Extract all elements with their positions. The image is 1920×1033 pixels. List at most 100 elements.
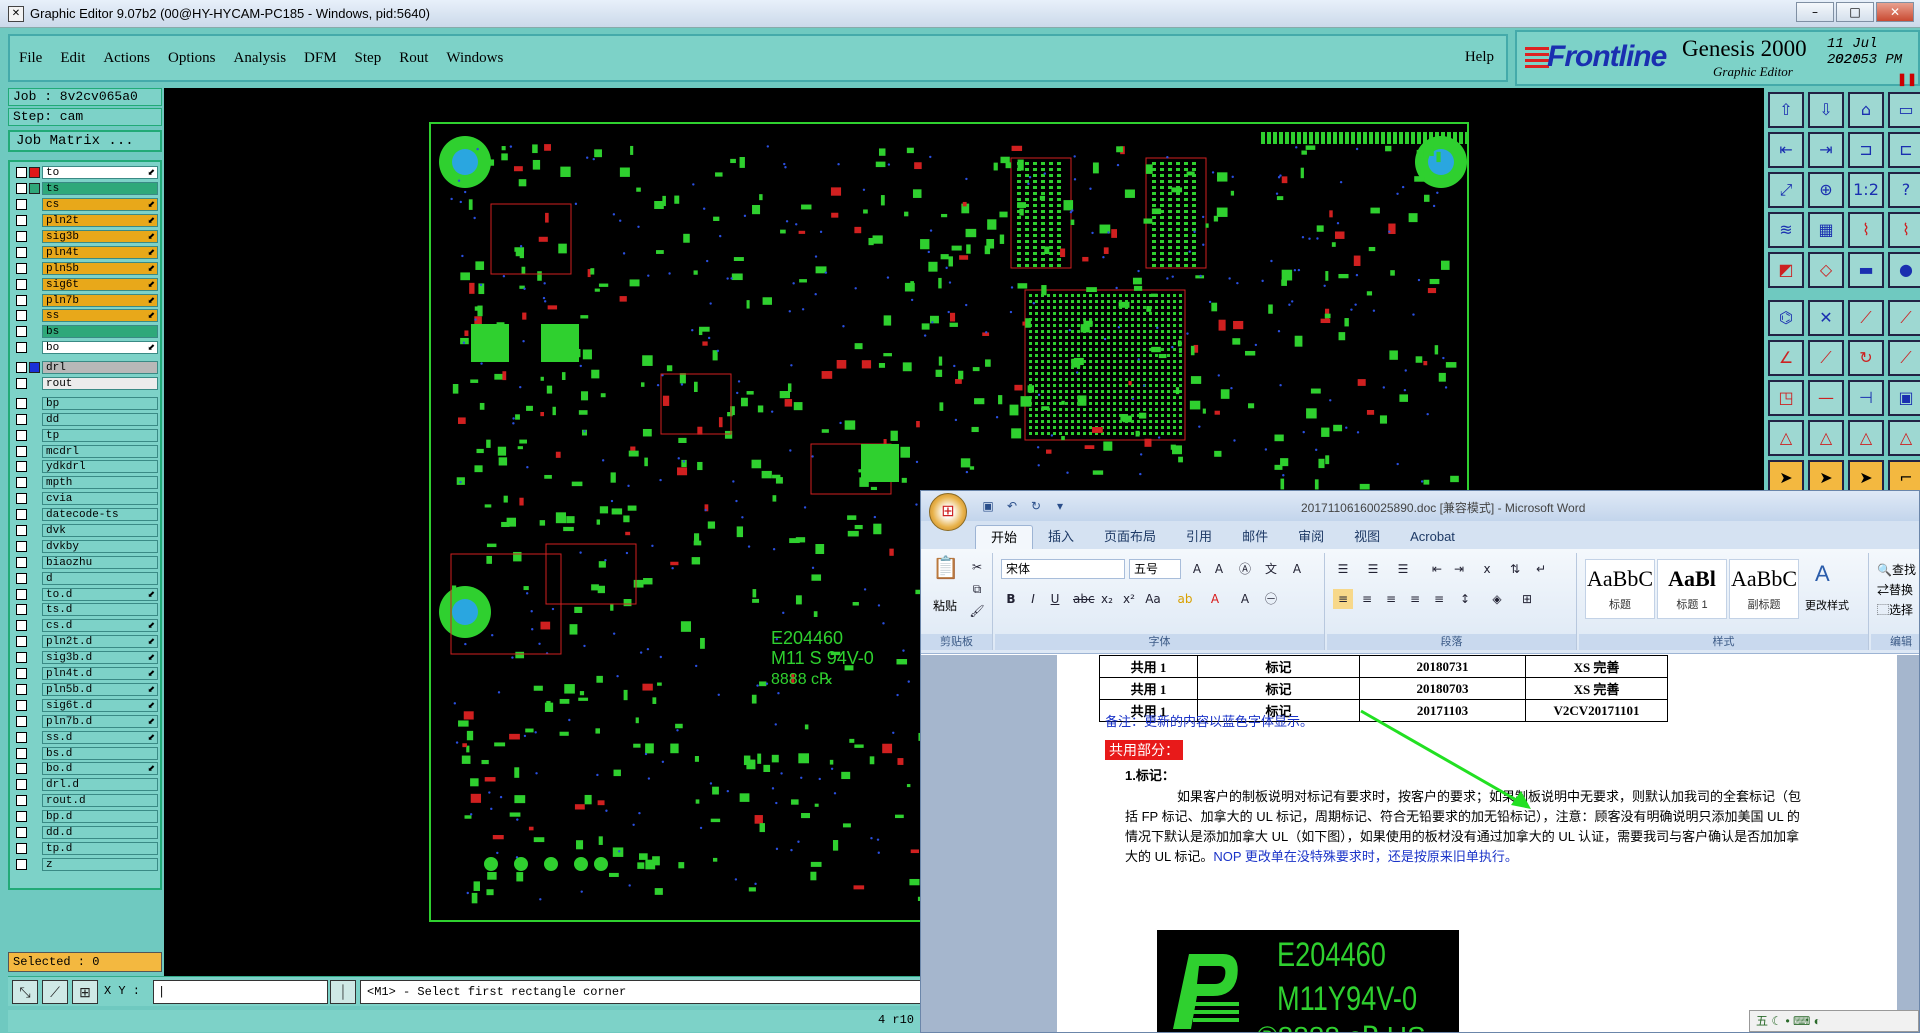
justify-icon[interactable]: ≡ <box>1405 589 1425 609</box>
layer-name[interactable]: bp <box>42 396 158 410</box>
left-tool-icon[interactable]: ⇤ <box>1768 132 1804 168</box>
change-styles-label[interactable]: 更改样式 <box>1805 597 1849 613</box>
layer-checkbox[interactable] <box>16 588 27 600</box>
bold-button[interactable]: B <box>1001 589 1021 609</box>
layer-row[interactable]: pln5b ⬋ <box>16 260 158 276</box>
layer-color-swatch[interactable] <box>29 477 40 488</box>
xy-input[interactable]: | <box>153 980 328 1004</box>
increase-indent-icon[interactable]: ⇥ <box>1449 559 1469 579</box>
tri-a-tool-icon[interactable]: △ <box>1768 420 1804 456</box>
tri-d-tool-icon[interactable]: △ <box>1888 420 1920 456</box>
fill-tool-icon[interactable]: ◩ <box>1768 252 1804 288</box>
layer-color-swatch[interactable] <box>29 779 40 790</box>
layer-checkbox[interactable] <box>16 699 27 711</box>
menu-options[interactable]: Options <box>159 50 225 67</box>
layer-row[interactable]: ts <box>16 181 158 197</box>
align-left-icon[interactable]: ≡ <box>1333 589 1353 609</box>
paste-label[interactable]: 粘贴 <box>933 597 957 614</box>
layer-row[interactable]: sig3b.d ⬋ <box>16 650 158 666</box>
layer-row[interactable]: d <box>16 570 158 586</box>
ribbon-tab[interactable]: 引用 <box>1171 525 1227 549</box>
zoom-in-tool-icon[interactable]: ⤢ <box>1768 172 1804 208</box>
layer-checkbox[interactable] <box>16 826 27 838</box>
asian-layout-icon[interactable]: ⅹ <box>1477 559 1497 579</box>
ribbon-tab[interactable]: 开始 <box>975 525 1034 549</box>
layer-name[interactable]: dvkby <box>42 539 158 553</box>
layer-row[interactable]: rout <box>16 376 158 392</box>
layer-checkbox[interactable] <box>16 540 27 552</box>
window-tool-icon[interactable]: ▭ <box>1888 92 1920 128</box>
layer-checkbox[interactable] <box>16 509 27 521</box>
layer-checkbox[interactable] <box>16 310 27 322</box>
layer-color-swatch[interactable] <box>29 573 40 584</box>
layer-name[interactable]: ydkdrl <box>42 460 158 474</box>
layer-checkbox[interactable] <box>16 445 27 457</box>
layer-name[interactable]: ts.d <box>42 603 158 617</box>
layer-checkbox[interactable] <box>16 652 27 664</box>
circle-tool-icon[interactable]: ● <box>1888 252 1920 288</box>
layer-row[interactable]: dvk <box>16 523 158 539</box>
snap-b-tool-icon[interactable]: ⌇ <box>1888 212 1920 248</box>
char-shading-icon[interactable]: A <box>1235 589 1255 609</box>
strikethrough-button[interactable]: abc <box>1073 589 1095 609</box>
layer-color-swatch[interactable] <box>29 700 40 711</box>
layer-color-swatch[interactable] <box>29 231 40 242</box>
grid-tool-icon[interactable]: ⊞ <box>72 980 98 1004</box>
layer-row[interactable]: pln4t.d ⬋ <box>16 666 158 682</box>
grow-font-icon[interactable]: A <box>1187 559 1207 579</box>
layer-color-swatch[interactable] <box>29 859 40 870</box>
layer-name[interactable]: ts <box>42 182 158 196</box>
layer-row[interactable]: pln2t ⬋ <box>16 213 158 229</box>
layer-color-swatch[interactable] <box>29 446 40 457</box>
layer-name[interactable]: cvia <box>42 492 158 506</box>
layer-checkbox[interactable] <box>16 231 27 242</box>
layer-color-swatch[interactable] <box>29 589 40 600</box>
layer-color-swatch[interactable] <box>29 509 40 520</box>
layer-checkbox[interactable] <box>16 413 27 425</box>
close-button[interactable]: ✕ <box>1876 2 1914 22</box>
layer-row[interactable]: biaozhu <box>16 554 158 570</box>
layer-color-swatch[interactable] <box>29 430 40 441</box>
distributed-icon[interactable]: ≡ <box>1429 589 1449 609</box>
layer-checkbox[interactable] <box>16 636 27 648</box>
layer-name[interactable]: bo ⬋ <box>42 341 158 355</box>
shading-icon[interactable]: ◈ <box>1487 589 1507 609</box>
layer-name[interactable]: mcdrl <box>42 444 158 458</box>
layer-row[interactable]: sig3b ⬋ <box>16 229 158 245</box>
layer-checkbox[interactable] <box>16 572 27 584</box>
layer-row[interactable]: dd.d <box>16 825 158 841</box>
layer-checkbox[interactable] <box>16 199 27 211</box>
frame-b-tool-icon[interactable]: ▣ <box>1888 380 1920 416</box>
numbering-icon[interactable]: ☰ <box>1363 559 1383 579</box>
line-a-tool-icon[interactable]: ⟋ <box>1848 300 1884 336</box>
layer-checkbox[interactable] <box>16 362 27 374</box>
layer-color-swatch[interactable] <box>29 263 40 274</box>
fit-tool-icon[interactable]: ⊐ <box>1848 132 1884 168</box>
menu-dfm[interactable]: DFM <box>295 50 346 67</box>
line-spacing-icon[interactable]: ↕ <box>1455 589 1475 609</box>
layer-row[interactable]: mpth <box>16 475 158 491</box>
layer-color-swatch[interactable] <box>29 461 40 472</box>
layer-color-swatch[interactable] <box>29 763 40 774</box>
layer-checkbox[interactable] <box>16 477 27 489</box>
layer-checkbox[interactable] <box>16 378 27 390</box>
shrink-font-icon[interactable]: A <box>1209 559 1229 579</box>
format-painter-icon[interactable]: 🖌 <box>967 601 987 621</box>
office-button[interactable]: ⊞ <box>929 493 967 531</box>
home-tool-icon[interactable]: ⌂ <box>1848 92 1884 128</box>
clear-format-icon[interactable]: Ⓐ <box>1235 559 1255 579</box>
layer-name[interactable]: d <box>42 571 158 585</box>
ime-toolbar[interactable]: 五 ☾ • ⌨ ◐ <box>1749 1010 1919 1032</box>
layer-row[interactable]: cvia <box>16 491 158 507</box>
layer-color-swatch[interactable] <box>29 183 40 195</box>
layer-row[interactable]: mcdrl <box>16 443 158 459</box>
layer-row[interactable]: bs <box>16 324 158 340</box>
layer-color-swatch[interactable] <box>29 795 40 806</box>
layer-color-swatch[interactable] <box>29 167 40 179</box>
line-c-tool-icon[interactable]: ⟋ <box>1808 340 1844 376</box>
show-marks-icon[interactable]: ↵ <box>1531 559 1551 579</box>
layer-row[interactable]: to ⬋ <box>16 165 158 181</box>
layer-checkbox[interactable] <box>16 620 27 632</box>
pan-tool-icon[interactable]: ⊕ <box>1808 172 1844 208</box>
layer-row[interactable]: ts.d <box>16 602 158 618</box>
